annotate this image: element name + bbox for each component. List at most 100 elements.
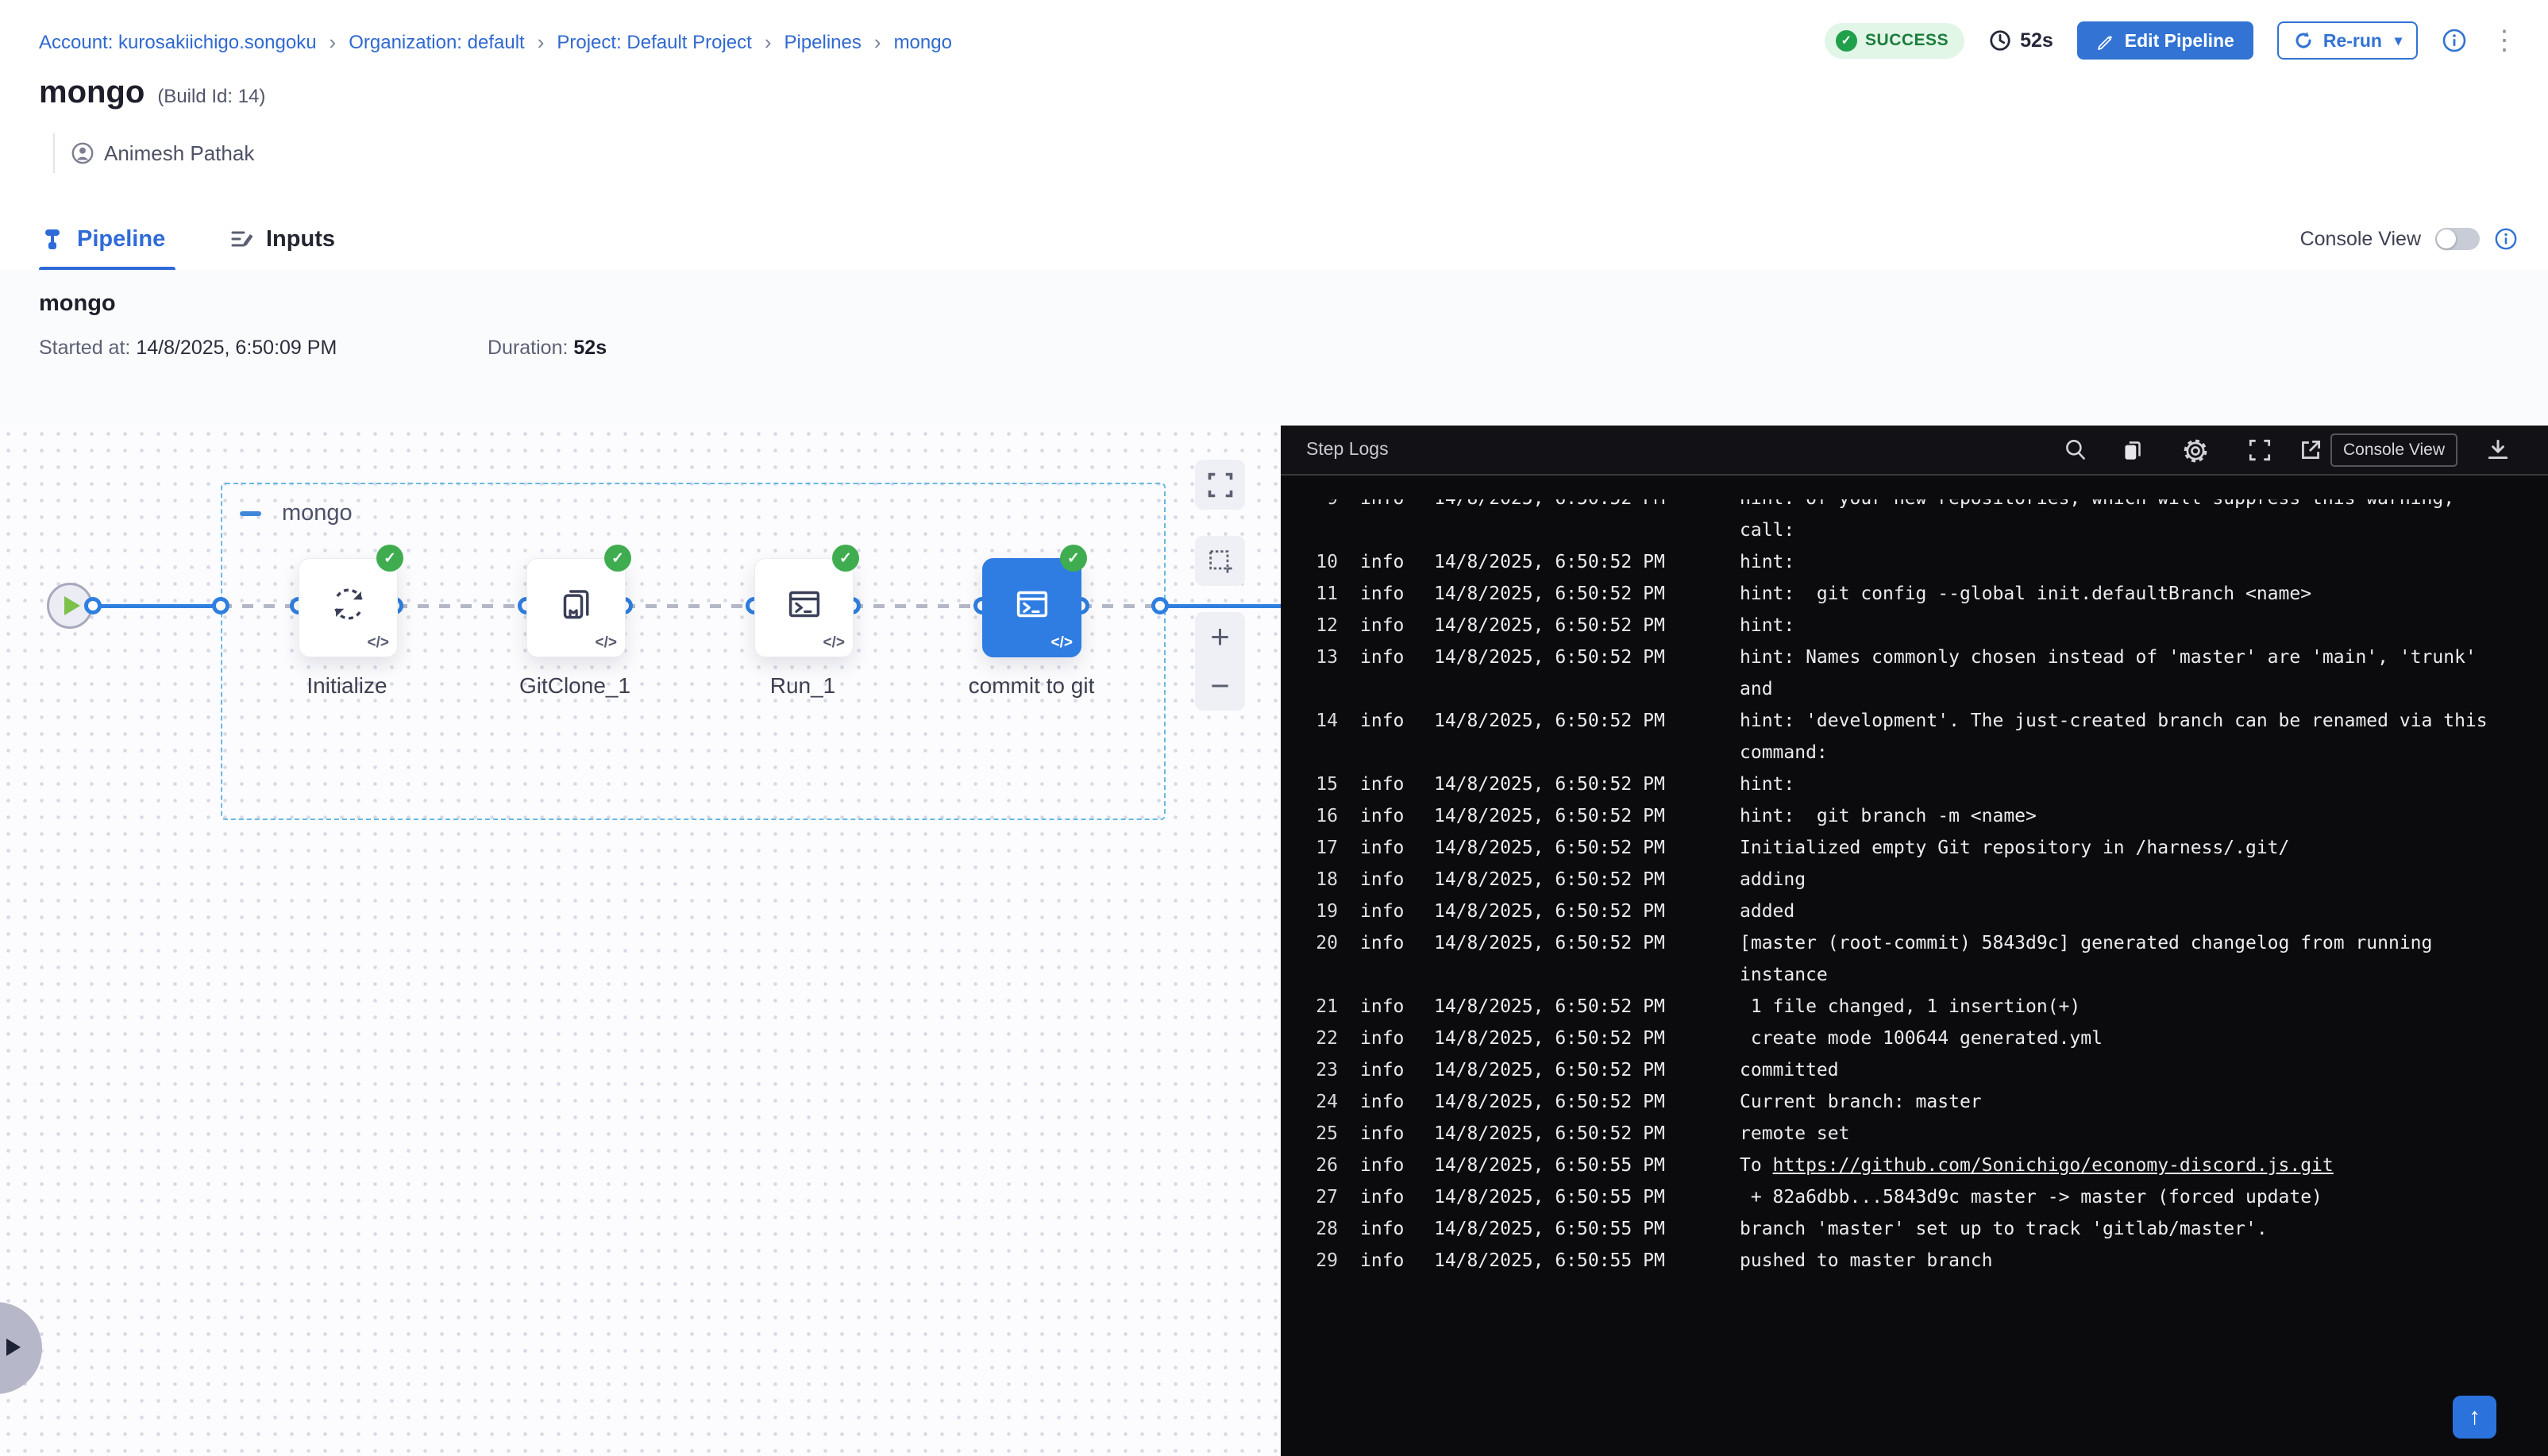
duration-value: 52s (573, 337, 607, 359)
zoom-out-button[interactable]: − (1210, 669, 1230, 703)
ln-level: info (1360, 1123, 1404, 1144)
info-icon[interactable] (2442, 28, 2467, 53)
ln-num: 12 (1292, 615, 1338, 636)
stage-group-label: mongo (282, 500, 353, 526)
log-line: 12info14/8/2025, 6:50:52 PMhint: (1281, 610, 2548, 641)
rerun-label: Re-run (2323, 30, 2382, 52)
pencil-icon (2096, 31, 2115, 50)
fullscreen-button[interactable] (1195, 460, 1245, 510)
ln-time: 14/8/2025, 6:50:52 PM (1434, 647, 1665, 668)
started-value: 14/8/2025, 6:50:09 PM (136, 337, 337, 359)
ln-time: 14/8/2025, 6:50:55 PM (1434, 1187, 1665, 1208)
console-view-button[interactable]: Console View (2330, 433, 2457, 467)
ln-level: info (1360, 1187, 1404, 1208)
collapse-group-button[interactable] (240, 511, 261, 516)
connector-point[interactable] (84, 597, 102, 614)
breadcrumb-item[interactable]: Pipelines (784, 32, 861, 54)
connector-point[interactable] (1151, 597, 1169, 614)
kebab-menu-icon[interactable]: ⋮ (2491, 27, 2518, 54)
log-output[interactable]: 9info14/8/2025, 6:50:52 PMhint: of your … (1281, 499, 2548, 1456)
log-line: 19info14/8/2025, 6:50:52 PMadded (1281, 896, 2548, 927)
ln-msg: pushed to master branch (1740, 1250, 1993, 1271)
copy-icon[interactable] (2119, 437, 2146, 464)
ln-time: 14/8/2025, 6:50:52 PM (1434, 584, 1665, 604)
page: Account: kurosakiichigo.songoku › Organiza… (0, 0, 2548, 1456)
ln-level: info (1360, 615, 1404, 636)
breadcrumb-item[interactable]: Organization: default (349, 32, 524, 54)
ln-num: 16 (1292, 806, 1338, 826)
ln-msg: + 82a6dbb...5843d9c master -> master (fo… (1740, 1187, 2322, 1208)
ln-time: 14/8/2025, 6:50:52 PM (1434, 711, 1665, 731)
ln-num: 20 (1292, 933, 1338, 953)
ln-level: info (1360, 584, 1404, 604)
breadcrumb-item[interactable]: Account: kurosakiichigo.songoku (39, 32, 317, 54)
open-external-icon[interactable] (2297, 437, 2324, 464)
code-icon: </> (596, 634, 617, 652)
terminal-icon (781, 581, 827, 627)
duration-value: 52s (2020, 29, 2053, 52)
edge-end (1160, 604, 1281, 608)
log-line: 22info14/8/2025, 6:50:52 PM create mode … (1281, 1023, 2548, 1054)
ln-time: 14/8/2025, 6:50:52 PM (1434, 838, 1665, 858)
run-meta: Started at: 14/8/2025, 6:50:09 PM Durati… (39, 337, 337, 360)
ln-level: info (1360, 869, 1404, 890)
expand-handle[interactable] (0, 1302, 42, 1394)
edge-start (93, 604, 221, 608)
ln-msg: call: (1740, 520, 1794, 541)
ln-msg: instance (1740, 965, 1828, 985)
step-node-initialize[interactable]: </> (299, 558, 398, 657)
ln-time: 14/8/2025, 6:50:52 PM (1434, 499, 1665, 509)
breadcrumb-separator: › (874, 30, 881, 55)
step-node-run[interactable]: </> (754, 558, 854, 657)
ln-msg: remote set (1740, 1123, 1849, 1144)
breadcrumb-item[interactable]: Project: Default Project (557, 32, 751, 54)
tab-pipeline[interactable]: Pipeline (39, 210, 165, 268)
zoom-controls: + − (1195, 612, 1245, 711)
ln-msg: Current branch: master (1740, 1092, 1982, 1112)
status-text: SUCCESS (1865, 31, 1949, 50)
breadcrumb-item[interactable]: mongo (894, 32, 952, 54)
breadcrumb-separator: › (330, 30, 337, 55)
ln-time: 14/8/2025, 6:50:52 PM (1434, 806, 1665, 826)
edge (396, 604, 526, 608)
reset-selection-button[interactable] (1195, 536, 1245, 586)
step-node-commit-to-git[interactable]: </> (982, 558, 1081, 657)
log-link[interactable]: https://github.com/Sonichigo/economy-dis… (1773, 1155, 2334, 1176)
log-line: 11info14/8/2025, 6:50:52 PMhint: git con… (1281, 578, 2548, 610)
ln-msg: hint: (1740, 615, 1794, 636)
step-node-gitclone[interactable]: </> (526, 558, 626, 657)
play-icon (64, 596, 80, 615)
info-icon[interactable] (2494, 227, 2518, 251)
tab-inputs[interactable]: Inputs (228, 210, 335, 268)
chevron-down-icon: ▾ (2395, 33, 2402, 49)
top-actions: ✓ SUCCESS 52s Edit Pipeline Re-run ▾ ⋮ (1825, 19, 2518, 62)
started-label: Started at: (39, 337, 130, 359)
ln-msg: hint: git branch -m <name> (1740, 806, 2037, 826)
ln-time: 14/8/2025, 6:50:52 PM (1434, 996, 1665, 1017)
edge (1081, 604, 1160, 608)
log-line: 15info14/8/2025, 6:50:52 PMhint: (1281, 768, 2548, 800)
ln-msg: branch 'master' set up to track 'gitlab/… (1740, 1219, 2268, 1239)
fullscreen-icon[interactable] (2246, 437, 2273, 464)
log-line: 16info14/8/2025, 6:50:52 PMhint: git bra… (1281, 800, 2548, 832)
workspace: mongo (0, 426, 2548, 1456)
ln-msg: and (1740, 679, 1773, 699)
connector-point[interactable] (212, 597, 229, 614)
settings-gear-icon[interactable] (2181, 437, 2210, 465)
ln-num: 13 (1292, 647, 1338, 668)
scroll-to-top-button[interactable]: ↑ (2453, 1396, 2496, 1439)
ln-time: 14/8/2025, 6:50:52 PM (1434, 901, 1665, 922)
ln-num: 10 (1292, 552, 1338, 572)
ln-num: 24 (1292, 1092, 1338, 1112)
edit-pipeline-button[interactable]: Edit Pipeline (2077, 21, 2253, 60)
log-line: 27info14/8/2025, 6:50:55 PM + 82a6dbb...… (1281, 1181, 2548, 1213)
log-line: 9info14/8/2025, 6:50:52 PMhint: of your … (1281, 499, 2548, 514)
console-view-toggle[interactable] (2435, 228, 2480, 250)
rerun-button[interactable]: Re-run ▾ (2277, 21, 2418, 60)
ln-level: info (1360, 552, 1404, 572)
page-title: mongo (39, 75, 145, 110)
search-icon[interactable] (2062, 437, 2089, 464)
pipeline-canvas[interactable]: mongo (0, 426, 1281, 1456)
download-icon[interactable] (2484, 437, 2511, 464)
zoom-in-button[interactable]: + (1210, 620, 1230, 653)
